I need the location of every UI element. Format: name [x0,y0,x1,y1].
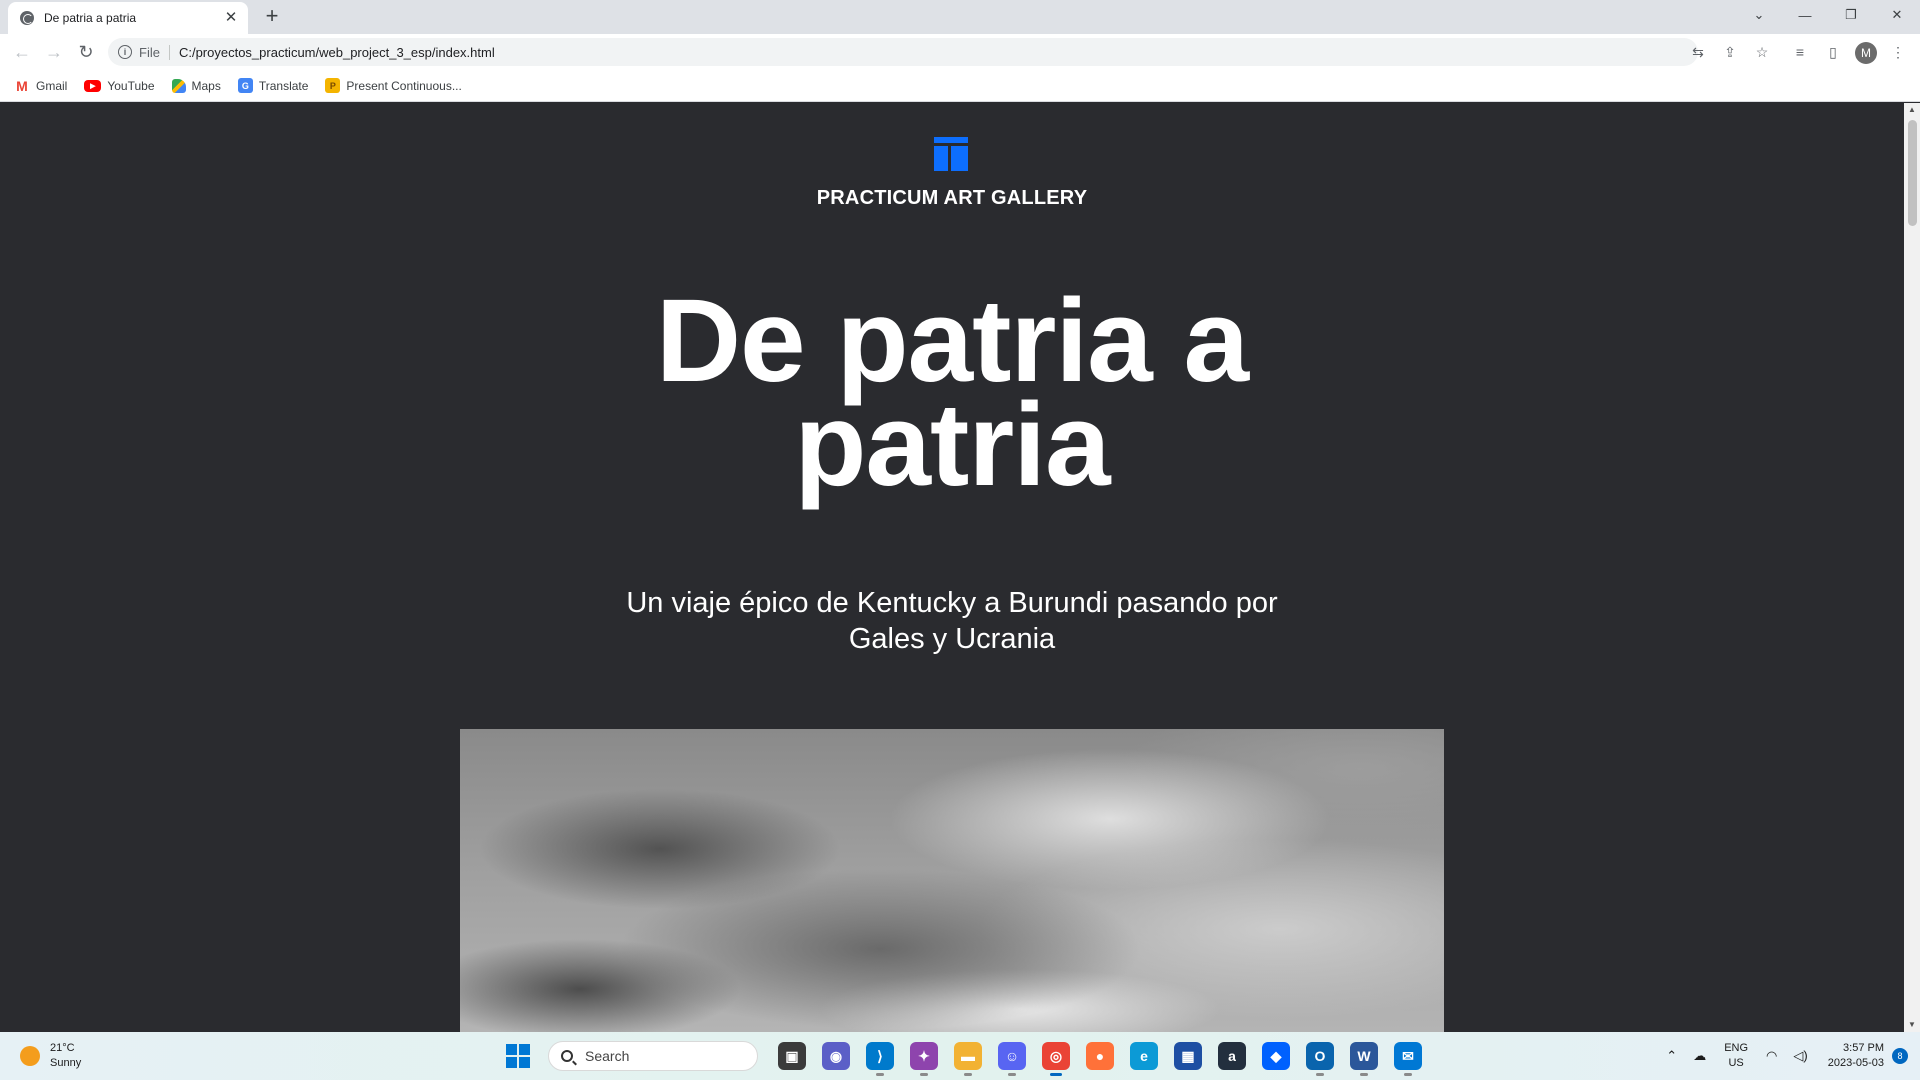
chrome-icon[interactable]: ◎ [1042,1042,1070,1076]
brand-name: PRACTICUM ART GALLERY [816,187,1088,209]
volume-icon[interactable]: ◁) [1793,1048,1807,1064]
search-icon [561,1050,573,1062]
teams-chat-icon[interactable]: ◉ [822,1042,850,1070]
tab-search-icon[interactable]: ⌄ [1736,0,1782,30]
browser-tab[interactable]: De patria a patria ✕ [8,2,248,34]
clock-date: 2023-05-03 [1827,1057,1884,1069]
reload-button[interactable]: ↻ [74,40,98,64]
globe-icon [20,11,34,25]
wifi-icon[interactable]: ◠ [1766,1048,1777,1064]
scroll-up-icon[interactable]: ▲ [1904,103,1920,117]
region-code: US [1728,1057,1744,1069]
scheme-label: File [139,44,170,60]
chevron-up-icon[interactable]: ⌃ [1666,1048,1677,1064]
language-code: ENG [1724,1042,1749,1054]
scroll-thumb[interactable] [1908,120,1917,226]
discord-icon[interactable]: ☺ [998,1042,1026,1076]
hero-subtitle: Un viaje épico de Kentucky a Burundi pas… [626,587,1278,655]
url-text[interactable]: C:/proyectos_practicum/web_project_3_esp… [179,45,495,60]
bookmark-label: Present Continuous... [346,78,462,93]
gallery-logo-icon [934,137,968,171]
new-tab-button[interactable]: + [260,5,284,29]
file-explorer-icon[interactable]: ▬ [954,1042,982,1076]
bookmark-present-continuous[interactable]: P Present Continuous... [325,78,462,93]
reading-list-icon[interactable]: ≡ [1790,42,1810,62]
bookmark-gmail[interactable]: M Gmail [14,78,67,94]
page-scrollbar[interactable]: ▲ ▼ [1904,103,1920,1032]
dropbox-icon[interactable]: ◆ [1262,1042,1290,1070]
ms-store-icon[interactable]: ▦ [1174,1042,1202,1070]
word-icon[interactable]: W [1350,1042,1378,1076]
sun-icon [20,1046,40,1066]
address-bar[interactable]: i File C:/proyectos_practicum/web_projec… [108,38,1698,66]
clock[interactable]: 3:57 PM 2023-05-03 [1828,1041,1884,1071]
youtube-icon: ▶ [84,79,102,92]
bookmarks-bar: M Gmail ▶ YouTube Maps G Translate P Pre… [0,70,1920,102]
bookmark-label: Translate [258,78,309,93]
bookmark-maps[interactable]: Maps [171,78,221,93]
maps-icon [171,78,186,93]
amazon-icon[interactable]: a [1218,1042,1246,1070]
forward-button[interactable]: → [42,40,66,64]
bookmark-translate[interactable]: G Translate [237,78,309,93]
onedrive-icon[interactable]: ☁ [1693,1048,1706,1064]
bookmark-star-icon[interactable]: ☆ [1752,42,1772,62]
bookmark-label: YouTube [107,78,155,93]
gmail-icon: M [16,77,28,94]
taskbar-search-label: Search [585,1048,630,1064]
taskbar-search[interactable]: Search [548,1041,758,1071]
scroll-down-icon[interactable]: ▼ [1904,1018,1920,1032]
taskbar-apps: Search ▣ ◉ ⟩ ✦ ▬ ☺ ◎ ● e ▦ a ◆ O W ✉ [500,1038,1430,1076]
info-icon[interactable]: i [118,45,132,59]
outlook-icon[interactable]: O [1306,1042,1334,1076]
profile-avatar[interactable]: M [1855,42,1877,64]
edge-icon[interactable]: e [1130,1042,1158,1070]
task-view-icon[interactable]: ▣ [778,1042,806,1070]
window-controls: ⌄ — ❐ ✕ [1736,0,1920,30]
menu-icon[interactable]: ⋮ [1888,42,1908,62]
tab-close-icon[interactable]: ✕ [222,9,240,27]
minimize-button[interactable]: — [1782,0,1828,30]
side-panel-icon[interactable]: ▯ [1823,42,1843,62]
back-button[interactable]: ← [10,40,34,64]
vscode-icon[interactable]: ⟩ [866,1042,894,1076]
translate-page-icon[interactable]: ⇆ [1688,42,1708,62]
system-tray: ⌃ ☁ ENG US ◠ ◁) 3:57 PM 2023-05-03 8 [1658,1032,1920,1080]
translate-icon: G [237,78,253,93]
hero-title: De patria a patria [655,275,1249,511]
clock-time: 3:57 PM [1843,1042,1884,1054]
firefox-icon[interactable]: ● [1086,1042,1114,1070]
bookmark-youtube[interactable]: ▶ YouTube [84,78,155,93]
windows-taskbar: 21°C Sunny Search ▣ ◉ ⟩ ✦ ▬ ☺ ◎ ● e ▦ a … [0,1032,1920,1080]
browser-toolbar: ← → ↻ i File C:/proyectos_practicum/web_… [0,34,1920,70]
hero-image [460,729,1444,1032]
page-viewport: PRACTICUM ART GALLERY De patria a patria… [0,103,1904,1032]
weather-temp: 21°C [50,1042,75,1054]
share-icon[interactable]: ⇪ [1720,42,1740,62]
figma-icon[interactable]: ✦ [910,1042,938,1076]
tab-title: De patria a patria [44,11,137,25]
bookmark-label: Maps [191,78,221,93]
language-indicator[interactable]: ENG US [1724,1041,1748,1071]
mail-icon[interactable]: ✉ [1394,1042,1422,1076]
bookmark-page-icon: P [325,78,341,93]
weather-condition: Sunny [50,1057,82,1069]
bookmark-label: Gmail [36,78,68,93]
notification-badge[interactable]: 8 [1892,1048,1908,1064]
restore-button[interactable]: ❐ [1828,0,1874,30]
weather-widget[interactable]: 21°C Sunny [20,1041,81,1071]
tab-strip: De patria a patria ✕ + ⌄ — ❐ ✕ [0,0,1920,34]
close-window-button[interactable]: ✕ [1874,0,1920,30]
start-button[interactable] [506,1044,530,1068]
